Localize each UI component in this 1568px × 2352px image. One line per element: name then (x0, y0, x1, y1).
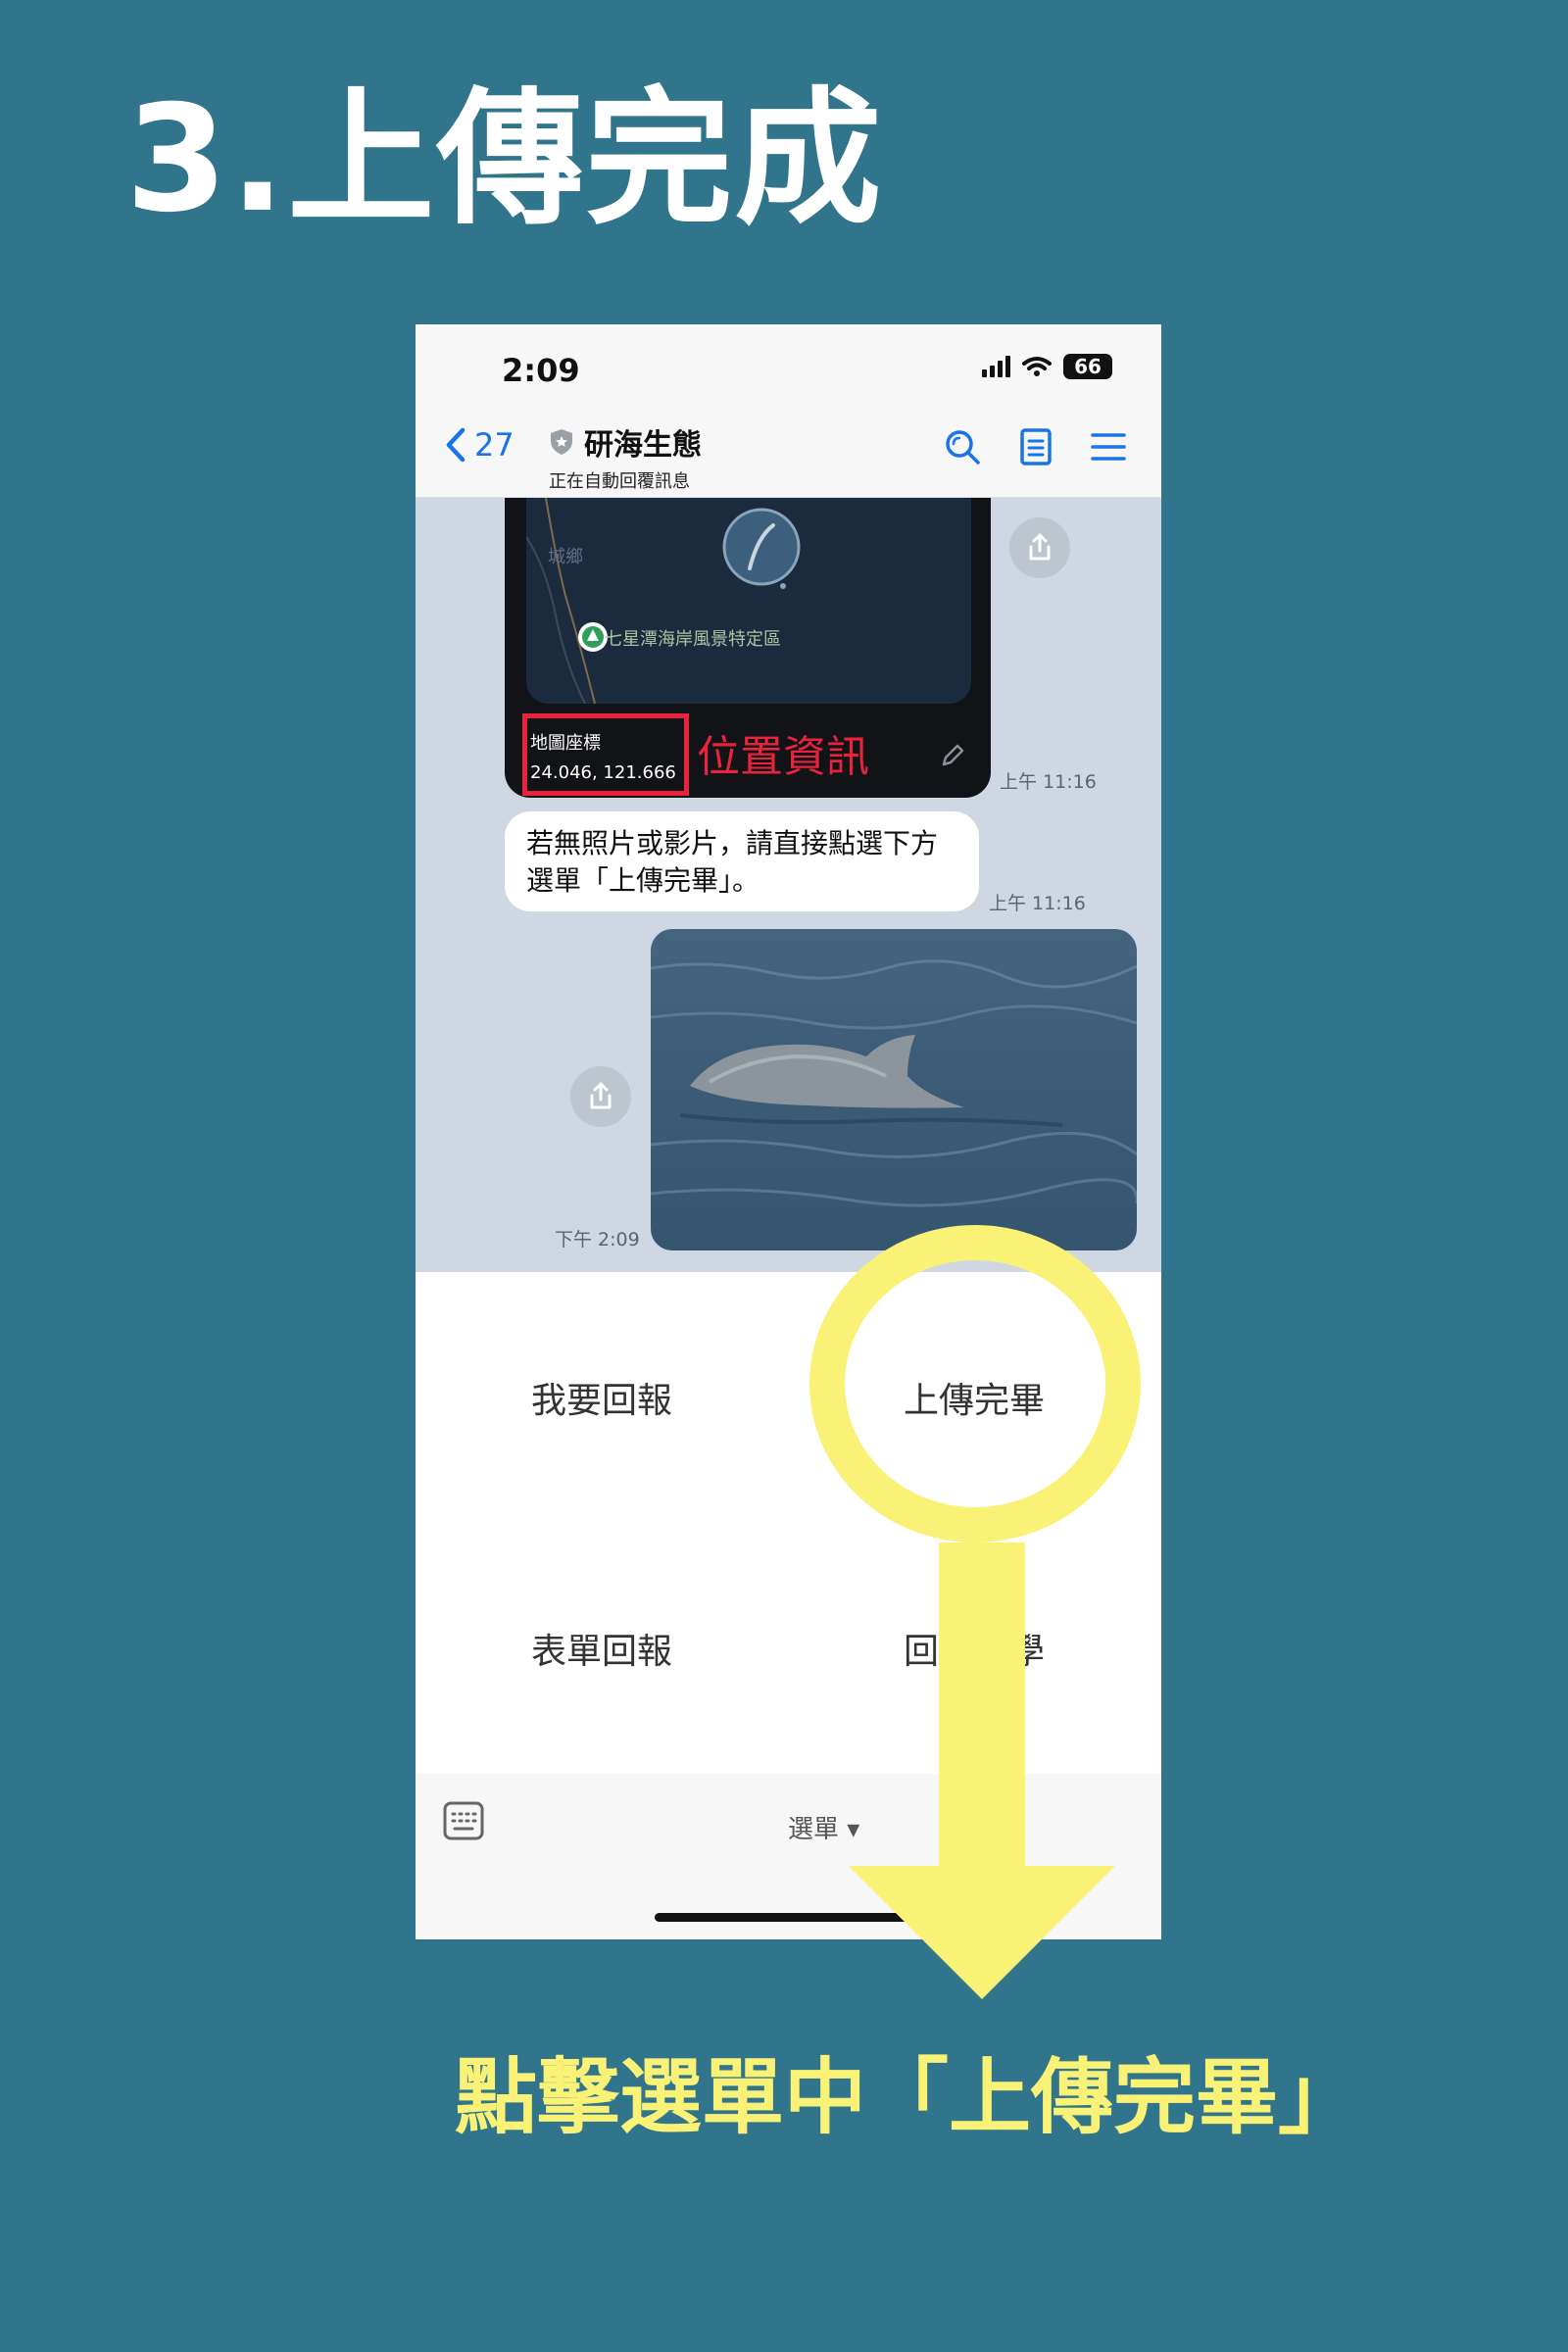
message-time: 下午 2:09 (555, 1229, 640, 1250)
back-button[interactable]: 27 (445, 426, 514, 464)
menu-item-report-tutorial[interactable]: 回報教學 (788, 1523, 1160, 1774)
phone-screenshot: 2:09 66 27 研海生態 正在自動回覆訊息 城鄉 七星潭海岸風景特定區 地… (416, 324, 1161, 1939)
status-icons: 66 (982, 354, 1112, 379)
chevron-left-icon (446, 427, 466, 463)
chat-area[interactable]: 城鄉 七星潭海岸風景特定區 地圖座標 24.046, 121.666 位置資訊 … (416, 498, 1161, 1272)
pencil-icon[interactable] (940, 743, 965, 768)
share-button[interactable] (1009, 517, 1070, 578)
wifi-icon (1022, 357, 1052, 376)
battery-icon: 66 (1063, 354, 1112, 379)
location-annotation: 位置資訊 (697, 732, 869, 782)
chat-header: 27 研海生態 正在自動回覆訊息 (416, 403, 1161, 498)
menu-item-form-report[interactable]: 表單回報 (416, 1523, 788, 1774)
instruction-caption: 點擊選單中「上傳完畢」 (455, 2049, 1361, 2145)
chat-title-block[interactable]: 研海生態 正在自動回覆訊息 (549, 420, 702, 493)
menu-item-report[interactable]: 我要回報 (416, 1272, 788, 1523)
menu-toggle[interactable]: 選單 ▾ (788, 1809, 859, 1845)
shield-icon (551, 429, 572, 455)
dolphin-photo (651, 959, 1137, 1207)
status-time: 2:09 (502, 352, 580, 389)
dolphin-photo-message[interactable] (651, 929, 1137, 1250)
menu-item-upload-done[interactable]: 上傳完畢 (788, 1272, 1160, 1523)
map-town-label: 城鄉 (548, 547, 583, 567)
message-time: 上午 11:16 (1000, 771, 1097, 793)
page-title: 3.上傳完成 (125, 74, 884, 245)
map-graphic (526, 498, 801, 704)
share-icon (1029, 533, 1051, 561)
menu-bar: 選單 ▾ (416, 1774, 1161, 1939)
share-icon (590, 1082, 612, 1109)
status-bar: 2:09 66 (416, 324, 1161, 403)
message-time: 上午 11:16 (989, 893, 1086, 914)
text-message[interactable]: 若無照片或影片，請直接點選下方選單「上傳完畢」。 (505, 811, 979, 911)
share-button[interactable] (570, 1066, 631, 1127)
unread-count: 27 (474, 426, 514, 464)
notes-icon[interactable] (1020, 428, 1052, 466)
keyboard-icon[interactable] (443, 1801, 484, 1840)
location-message[interactable]: 城鄉 七星潭海岸風景特定區 地圖座標 24.046, 121.666 位置資訊 (505, 498, 991, 798)
home-indicator (655, 1913, 921, 1922)
rich-menu: 我要回報 上傳完畢 表單回報 回報教學 (416, 1272, 1161, 1774)
map-preview[interactable]: 城鄉 七星潭海岸風景特定區 (526, 498, 971, 704)
search-icon[interactable] (944, 428, 981, 466)
coordinate-highlight-box (522, 713, 689, 796)
map-place-label: 七星潭海岸風景特定區 (605, 629, 781, 650)
signal-icon (982, 356, 1010, 377)
menu-icon[interactable] (1091, 431, 1126, 463)
chat-subtitle: 正在自動回覆訊息 (549, 471, 690, 492)
header-actions (944, 428, 1126, 466)
chat-name: 研海生態 (584, 428, 702, 463)
